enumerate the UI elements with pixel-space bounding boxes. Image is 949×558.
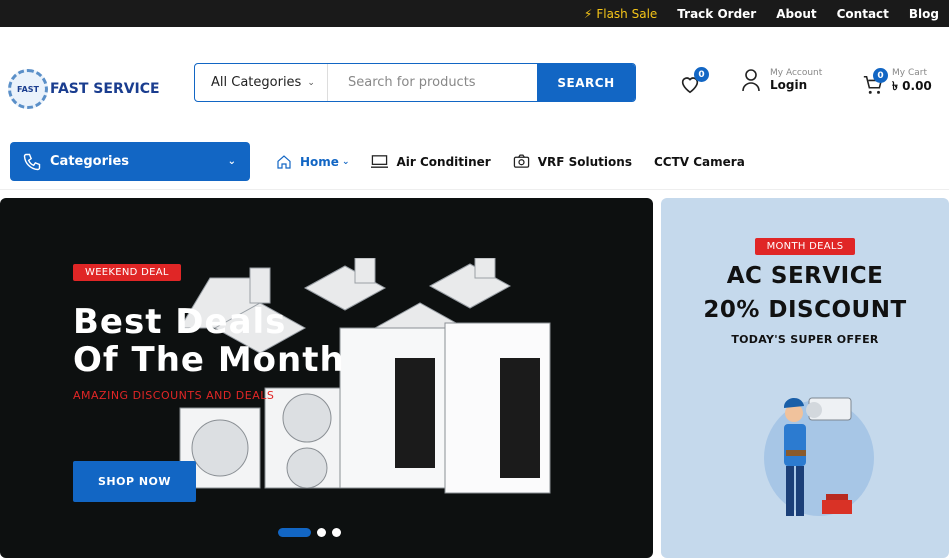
account-login: Login	[770, 78, 808, 92]
hero-headline-line-1: Best Deals	[73, 302, 287, 342]
promo-title-line-2: 20% DISCOUNT	[703, 297, 907, 323]
category-select[interactable]: All Categories ⌄	[195, 64, 328, 101]
cart-count-badge: 0	[873, 68, 888, 83]
top-bar: ⚡ Flash Sale Track Order About Contact Bl…	[0, 0, 949, 27]
hero-slider[interactable]: WEEKEND DEAL Best Deals Of The Month AMA…	[0, 198, 653, 558]
user-icon	[742, 69, 760, 92]
account-label: My Account	[770, 68, 823, 78]
nav-item-air-conditioner[interactable]: Air Conditiner	[371, 154, 491, 169]
contact-link[interactable]: Contact	[837, 7, 889, 21]
about-link[interactable]: About	[776, 7, 816, 21]
nav-item-vrf-solutions[interactable]: VRF Solutions	[513, 154, 632, 169]
slider-dot-1[interactable]	[278, 528, 311, 537]
lightning-icon: ⚡	[583, 6, 593, 21]
search-button[interactable]: SEARCH	[537, 64, 635, 101]
slider-dots	[278, 528, 341, 537]
hero-headline: Best Deals Of The Month	[73, 303, 345, 379]
nav-vrf-label: VRF Solutions	[537, 154, 632, 169]
slider-dot-2[interactable]	[317, 528, 326, 537]
blog-link[interactable]: Blog	[909, 7, 939, 21]
nav-item-home[interactable]: Home ⌄	[276, 154, 349, 170]
chevron-down-icon: ⌄	[341, 156, 350, 167]
nav-menu: Home ⌄ Air Conditiner VRF Solutions CCTV …	[276, 142, 745, 181]
hero-subtitle: AMAZING DISCOUNTS AND DEALS	[73, 389, 275, 402]
logo[interactable]: FAST FAST SERVICE	[8, 69, 160, 109]
logo-gear-badge: FAST	[8, 69, 48, 109]
nav-air-label: Air Conditiner	[396, 154, 491, 169]
camera-icon	[513, 154, 529, 168]
search-input[interactable]	[328, 64, 537, 101]
wishlist-button[interactable]: 0	[679, 67, 709, 99]
logo-text: FAST SERVICE	[50, 81, 160, 97]
monitor-icon	[371, 155, 389, 168]
shop-now-button[interactable]: SHOP NOW	[73, 461, 196, 502]
header: FAST FAST SERVICE All Categories ⌄ SEARCH…	[0, 27, 949, 137]
flash-sale-link[interactable]: ⚡ Flash Sale	[584, 7, 657, 21]
main-navigation-row: Categories ⌄ Home ⌄ Air Conditiner VRF So…	[0, 142, 949, 190]
cart-link[interactable]: 0 My Cart ৳ 0.00	[862, 68, 932, 98]
nav-cctv-label: CCTV Camera	[653, 154, 745, 169]
flash-sale-label: Flash Sale	[596, 6, 658, 21]
promo-subtitle: TODAY'S SUPER OFFER	[731, 333, 879, 346]
slider-dot-3[interactable]	[332, 528, 341, 537]
phone-icon	[23, 153, 41, 170]
track-order-link[interactable]: Track Order	[677, 7, 756, 21]
promo-title-line-1: AC SERVICE	[726, 263, 884, 289]
nav-item-cctv-camera[interactable]: CCTV Camera	[654, 155, 745, 169]
logo-badge-text: FAST	[17, 84, 39, 94]
category-select-value: All Categories	[211, 75, 302, 90]
chevron-down-icon: ⌄	[307, 77, 315, 88]
hero-headline-line-2: Of The Month	[73, 340, 345, 380]
cart-total: ৳ 0.00	[892, 79, 932, 93]
categories-button[interactable]: Categories ⌄	[10, 142, 250, 181]
weekend-deal-badge: WEEKEND DEAL	[73, 264, 181, 281]
cart-label: My Cart	[892, 68, 927, 78]
promo-banner[interactable]: MONTH DEALS AC SERVICE 20% DISCOUNT TODA…	[661, 198, 949, 558]
categories-label: Categories	[50, 154, 130, 169]
account-link[interactable]: My Account Login	[742, 68, 822, 92]
technician-illustration	[764, 397, 874, 516]
month-deals-badge: MONTH DEALS	[754, 238, 856, 255]
chevron-down-icon: ⌄	[227, 156, 236, 167]
wishlist-count-badge: 0	[694, 67, 709, 82]
home-icon	[277, 154, 291, 169]
search-bar: All Categories ⌄ SEARCH	[194, 63, 636, 102]
nav-home-label: Home	[300, 154, 339, 169]
